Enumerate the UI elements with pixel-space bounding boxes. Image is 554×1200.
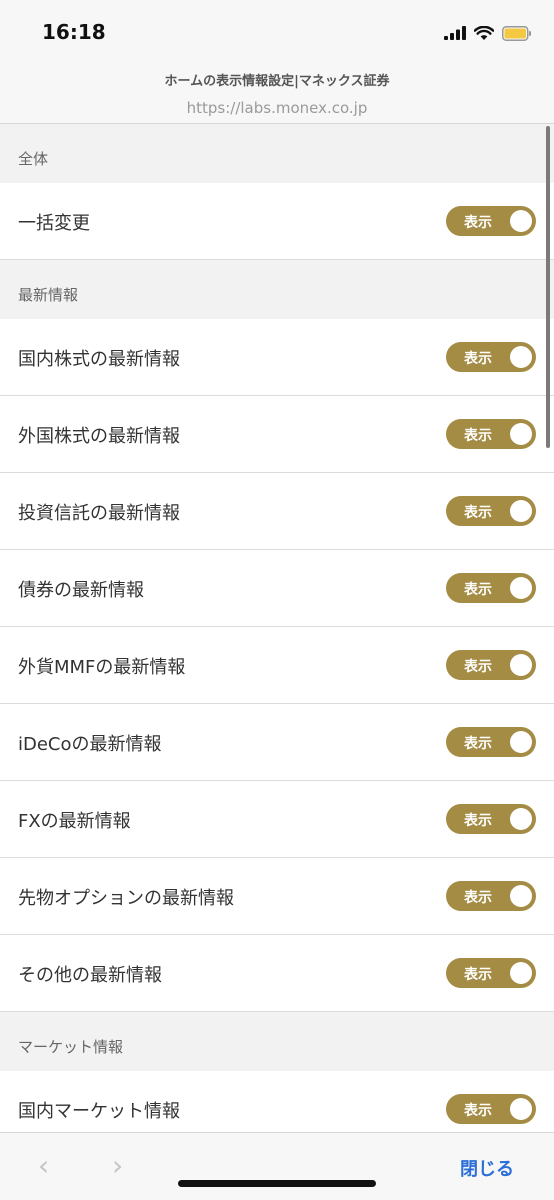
toggle-knob xyxy=(510,1098,532,1120)
section-header-latest-info: 最新情報 xyxy=(0,260,554,319)
row-label: 外国株式の最新情報 xyxy=(18,426,180,447)
row-label: 国内株式の最新情報 xyxy=(18,349,180,370)
row-label: 国内マーケット情報 xyxy=(18,1101,180,1122)
signal-bars-icon xyxy=(444,26,466,40)
toggle-label: 表示 xyxy=(464,659,492,675)
list-item: 国内株式の最新情報 表示 xyxy=(0,319,554,396)
list-item: 先物オプションの最新情報 表示 xyxy=(0,858,554,935)
section-header-market-info: マーケット情報 xyxy=(0,1012,554,1071)
toggle-label: 表示 xyxy=(464,967,492,983)
row-label: FXの最新情報 xyxy=(18,811,131,832)
toggle-label: 表示 xyxy=(464,890,492,906)
status-bar: 16:18 xyxy=(0,0,554,62)
wifi-icon xyxy=(474,25,494,40)
row-label: 債券の最新情報 xyxy=(18,580,144,601)
toggle-knob xyxy=(510,500,532,522)
toggle-knob xyxy=(510,210,532,232)
list-item: 債券の最新情報 表示 xyxy=(0,550,554,627)
toggle-knob xyxy=(510,577,532,599)
battery-icon xyxy=(502,25,531,41)
toggle-label: 表示 xyxy=(464,1103,492,1119)
status-time: 16:18 xyxy=(42,20,106,44)
toggle-label: 表示 xyxy=(464,813,492,829)
display-toggle[interactable]: 表示 xyxy=(446,881,536,911)
list-item: 外貨MMFの最新情報 表示 xyxy=(0,627,554,704)
bottom-toolbar: ‹ › 閉じる xyxy=(0,1132,554,1200)
list-item: iDeCoの最新情報 表示 xyxy=(0,704,554,781)
page-title: ホームの表示情報設定|マネックス証券 xyxy=(164,74,390,89)
display-toggle[interactable]: 表示 xyxy=(446,419,536,449)
row-label: その他の最新情報 xyxy=(18,965,162,986)
toggle-knob xyxy=(510,346,532,368)
list-item: その他の最新情報 表示 xyxy=(0,935,554,1012)
toggle-label: 表示 xyxy=(464,215,492,231)
list-item: FXの最新情報 表示 xyxy=(0,781,554,858)
display-toggle[interactable]: 表示 xyxy=(446,727,536,757)
section-header-overall: 全体 xyxy=(0,124,554,183)
row-label: 投資信託の最新情報 xyxy=(18,503,180,524)
toggle-label: 表示 xyxy=(464,582,492,598)
display-toggle[interactable]: 表示 xyxy=(446,650,536,680)
chevron-right-icon[interactable]: › xyxy=(112,1149,123,1182)
row-label: 一括変更 xyxy=(18,213,90,234)
toggle-label: 表示 xyxy=(464,505,492,521)
scrollbar[interactable] xyxy=(546,126,550,448)
chevron-left-icon[interactable]: ‹ xyxy=(38,1149,49,1182)
list-item: 外国株式の最新情報 表示 xyxy=(0,396,554,473)
toggle-knob xyxy=(510,885,532,907)
display-toggle[interactable]: 表示 xyxy=(446,206,536,236)
page-url: https://labs.monex.co.jp xyxy=(186,99,368,117)
toggle-label: 表示 xyxy=(464,428,492,444)
display-toggle[interactable]: 表示 xyxy=(446,496,536,526)
row-label: iDeCoの最新情報 xyxy=(18,734,162,755)
toggle-knob xyxy=(510,962,532,984)
display-toggle[interactable]: 表示 xyxy=(446,342,536,372)
list-item-bulk-change: 一括変更 表示 xyxy=(0,183,554,260)
row-label: 先物オプションの最新情報 xyxy=(18,888,234,909)
list-item: 投資信託の最新情報 表示 xyxy=(0,473,554,550)
settings-list: 全体 一括変更 表示 最新情報 国内株式の最新情報 表示 外国株式の最新情報 表… xyxy=(0,124,554,1132)
close-button[interactable]: 閉じる xyxy=(460,1155,514,1181)
toggle-label: 表示 xyxy=(464,351,492,367)
row-label: 外貨MMFの最新情報 xyxy=(18,657,186,678)
display-toggle[interactable]: 表示 xyxy=(446,573,536,603)
toggle-knob xyxy=(510,731,532,753)
toggle-knob xyxy=(510,808,532,830)
display-toggle[interactable]: 表示 xyxy=(446,958,536,988)
display-toggle[interactable]: 表示 xyxy=(446,804,536,834)
status-icons xyxy=(444,22,532,44)
url-header: ホームの表示情報設定|マネックス証券 https://labs.monex.co… xyxy=(0,62,554,124)
home-indicator xyxy=(178,1180,376,1187)
toggle-label: 表示 xyxy=(464,736,492,752)
toggle-knob xyxy=(510,654,532,676)
list-item: 国内マーケット情報 表示 xyxy=(0,1071,554,1132)
toggle-knob xyxy=(510,423,532,445)
display-toggle[interactable]: 表示 xyxy=(446,1094,536,1124)
